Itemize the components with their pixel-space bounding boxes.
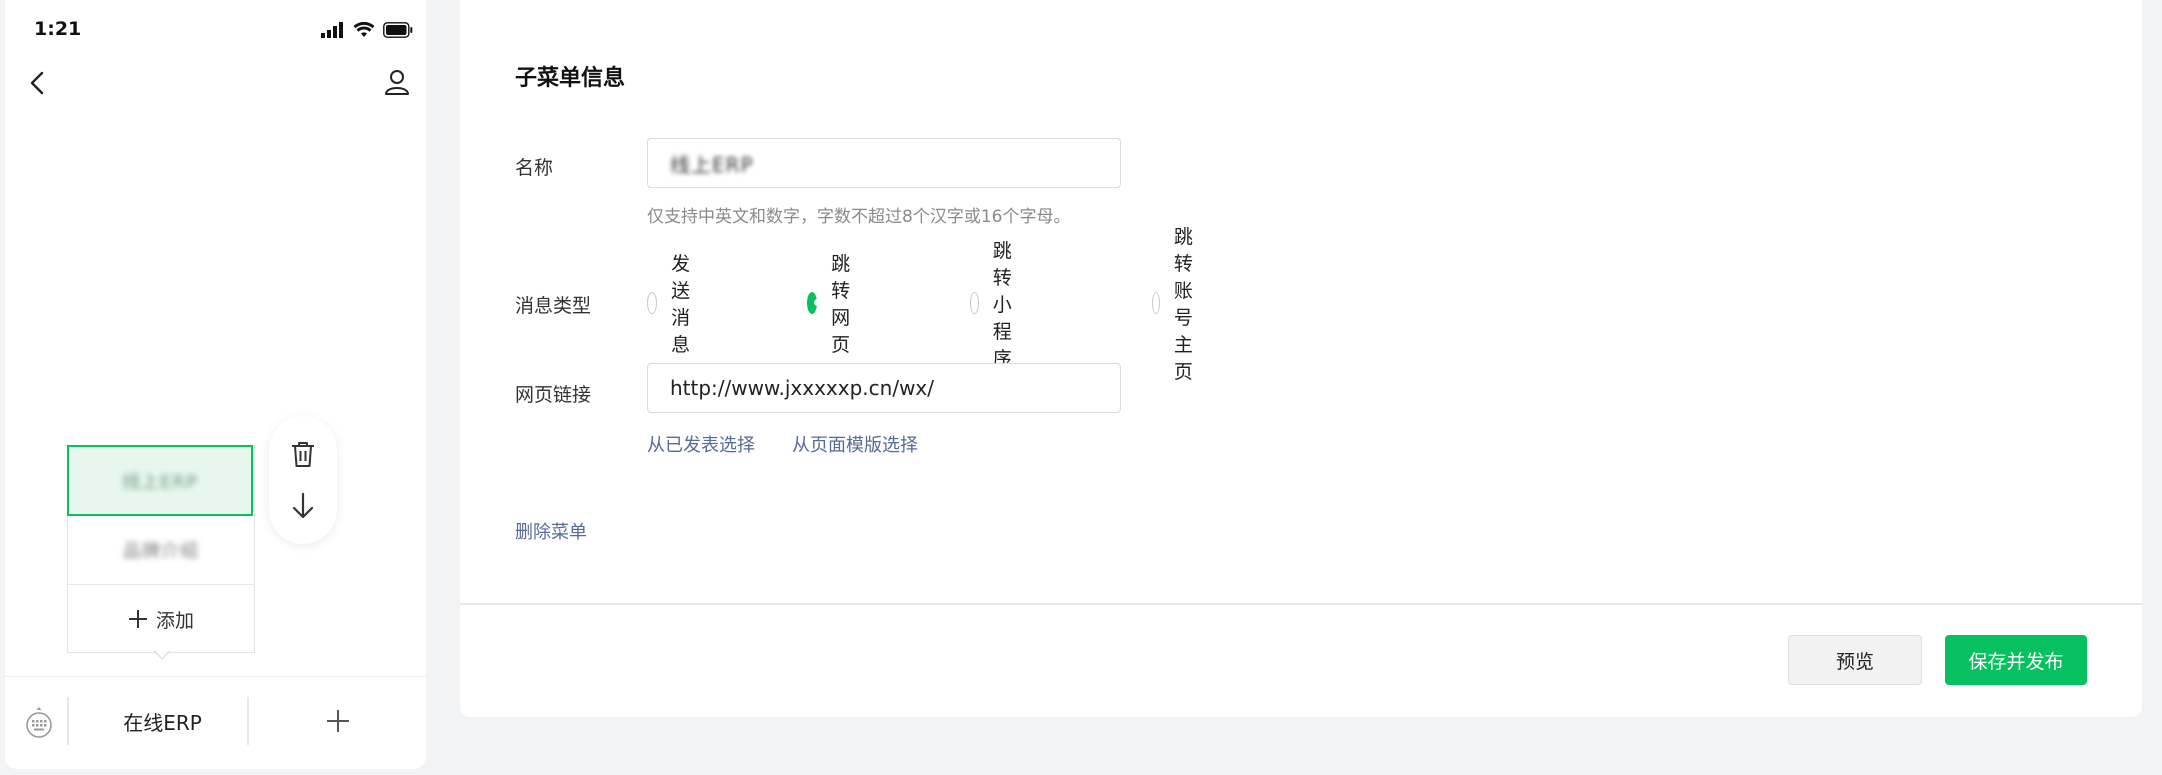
menu-separator bbox=[247, 697, 249, 745]
radio-open-webpage[interactable]: 跳转网页 bbox=[807, 253, 862, 356]
name-label: 名称 bbox=[515, 157, 554, 179]
radio-label: 跳转账号主页 bbox=[1173, 226, 1193, 383]
url-input[interactable]: http://www.jxxxxxp.cn/wx/ bbox=[647, 363, 1121, 413]
status-time: 1:21 bbox=[34, 18, 82, 40]
submenu-pointer bbox=[153, 650, 171, 660]
save-publish-button[interactable]: 保存并发布 bbox=[1945, 635, 2087, 685]
delete-menu-link[interactable]: 删除菜单 bbox=[515, 518, 587, 544]
phone-menu-bar: 在线ERP bbox=[5, 676, 426, 769]
submenu-item-label: 线上ERP bbox=[122, 471, 198, 493]
trash-icon bbox=[292, 442, 314, 467]
submenu-list: 线上ERP 品牌介绍 添加 bbox=[67, 445, 255, 653]
submenu-item[interactable]: 品牌介绍 bbox=[68, 516, 254, 585]
submenu-tools bbox=[269, 416, 337, 544]
name-hint: 仅支持中英文和数字，字数不超过8个汉字或16个字母。 bbox=[647, 207, 1071, 227]
radio-label: 跳转网页 bbox=[831, 253, 851, 356]
plus-icon bbox=[128, 610, 147, 628]
footer-divider bbox=[460, 603, 2142, 605]
name-value: 线上ERP bbox=[670, 152, 754, 177]
select-template-link[interactable]: 从页面模版选择 bbox=[792, 431, 918, 457]
main-menu-item[interactable]: 在线ERP bbox=[75, 697, 250, 745]
status-icons bbox=[321, 20, 413, 40]
radio-circle bbox=[647, 292, 658, 314]
radio-circle bbox=[1152, 292, 1160, 314]
submenu-editor: 子菜单信息 名称 线上ERP 仅支持中英文和数字，字数不超过8个汉字或16个字母… bbox=[460, 0, 2142, 717]
radio-label: 跳转小程序 bbox=[992, 239, 1012, 370]
wifi-icon bbox=[353, 22, 375, 37]
phone-preview: 1:21 线上ERP 品牌介绍 添加 在线ERP bbox=[5, 0, 426, 769]
battery-icon bbox=[383, 22, 413, 38]
url-label: 网页链接 bbox=[515, 384, 592, 406]
back-icon[interactable] bbox=[23, 68, 53, 98]
move-down-button[interactable] bbox=[287, 490, 319, 522]
delete-button[interactable] bbox=[287, 438, 319, 470]
submenu-item-selected[interactable]: 线上ERP bbox=[67, 445, 253, 516]
signal-icon bbox=[321, 22, 343, 38]
message-type-label: 消息类型 bbox=[515, 295, 592, 317]
name-input[interactable]: 线上ERP bbox=[647, 138, 1121, 188]
radio-send-message[interactable]: 发送消息 bbox=[647, 253, 702, 356]
submenu-item-label: 品牌介绍 bbox=[123, 541, 199, 562]
select-published-link[interactable]: 从已发表选择 bbox=[647, 431, 755, 457]
keyboard-icon[interactable] bbox=[23, 705, 55, 739]
add-menu-icon[interactable] bbox=[323, 706, 353, 736]
radio-circle-checked bbox=[807, 292, 822, 314]
radio-open-account-home[interactable]: 跳转账号主页 bbox=[1152, 226, 1207, 383]
status-bar: 1:21 bbox=[5, 0, 426, 58]
menu-separator bbox=[67, 697, 69, 745]
radio-open-mini-program[interactable]: 跳转小程序 bbox=[970, 240, 1025, 370]
add-submenu-label: 添加 bbox=[155, 609, 194, 632]
arrow-down-icon bbox=[292, 492, 314, 519]
radio-circle bbox=[970, 292, 979, 314]
preview-button[interactable]: 预览 bbox=[1788, 635, 1922, 685]
user-icon[interactable] bbox=[381, 66, 413, 98]
add-submenu-button[interactable]: 添加 bbox=[68, 585, 254, 653]
url-value: http://www.jxxxxxp.cn/wx/ bbox=[670, 376, 934, 400]
radio-label: 发送消息 bbox=[671, 253, 691, 356]
section-title: 子菜单信息 bbox=[515, 66, 626, 91]
